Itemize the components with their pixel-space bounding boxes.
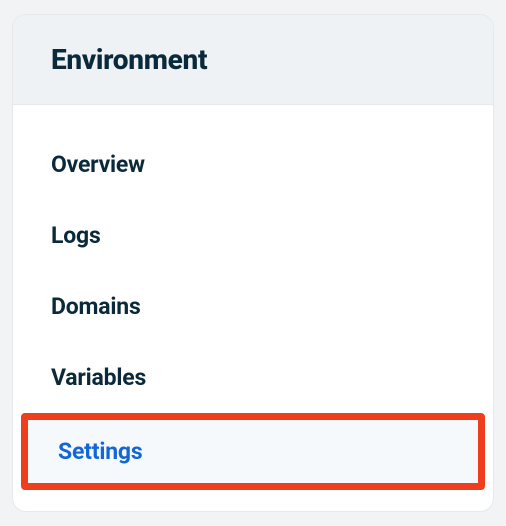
nav-item-overview[interactable]: Overview — [13, 129, 493, 200]
nav-item-variables[interactable]: Variables — [13, 342, 493, 413]
nav-list: Overview Logs Domains Variables Settings — [13, 105, 493, 490]
nav-item-logs[interactable]: Logs — [13, 200, 493, 271]
highlight-annotation: Settings — [21, 413, 485, 490]
panel-header: Environment — [13, 15, 493, 105]
nav-item-domains[interactable]: Domains — [13, 271, 493, 342]
highlight-box: Settings — [21, 413, 485, 490]
panel-title: Environment — [51, 43, 455, 76]
nav-item-settings[interactable]: Settings — [28, 420, 478, 483]
environment-panel: Environment Overview Logs Domains Variab… — [12, 14, 494, 512]
